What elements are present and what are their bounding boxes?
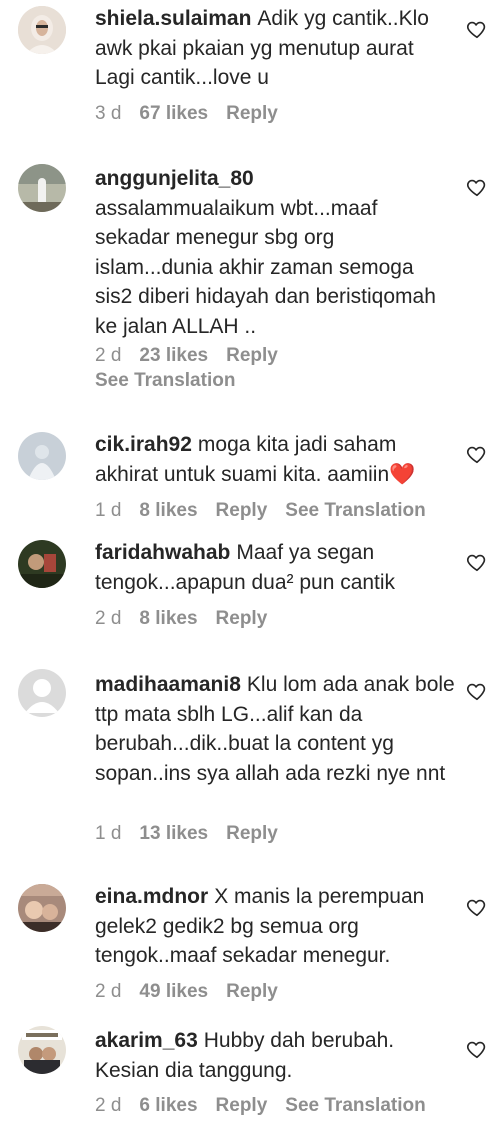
comment-text-block: cik.irah92 moga kita jadi saham akhirat u…: [95, 430, 455, 489]
heart-outline-icon[interactable]: [466, 680, 488, 702]
avatar[interactable]: [18, 669, 66, 717]
comment-username[interactable]: cik.irah92: [95, 433, 192, 456]
comment-meta: 2 d 23 likes Reply: [95, 344, 296, 368]
avatar[interactable]: [18, 540, 66, 588]
comment-likes[interactable]: 8 likes: [139, 500, 197, 521]
comment-time: 2 d: [95, 1095, 122, 1116]
comment-meta: 2 d 6 likes Reply See Translation: [95, 1094, 444, 1118]
reply-button[interactable]: Reply: [216, 500, 268, 521]
comment-body: assalammualaikum wbt...maaf sekadar mene…: [95, 196, 436, 338]
comment-username[interactable]: madihaamani8: [95, 673, 241, 696]
comment-likes[interactable]: 67 likes: [139, 103, 208, 124]
comment-text-block: madihaamani8 Klu lom ada anak bole ttp ma…: [95, 670, 455, 788]
comment-meta: 1 d 8 likes Reply See Translation: [95, 499, 444, 523]
comment-time: 2 d: [95, 608, 122, 629]
comment-likes[interactable]: 8 likes: [139, 608, 197, 629]
heart-outline-icon[interactable]: [466, 896, 488, 918]
comment-time: 1 d: [95, 500, 122, 521]
avatar[interactable]: [18, 1026, 66, 1074]
heart-outline-icon[interactable]: [466, 18, 488, 40]
reply-button[interactable]: Reply: [216, 608, 268, 629]
avatar[interactable]: [18, 432, 66, 480]
heart-outline-icon[interactable]: [466, 551, 488, 573]
comment-likes[interactable]: 23 likes: [139, 345, 208, 366]
heart-outline-icon[interactable]: [466, 176, 488, 198]
heart-outline-icon[interactable]: [466, 1038, 488, 1060]
heart-emoji: ❤️: [389, 462, 416, 486]
comment-username[interactable]: akarim_63: [95, 1029, 198, 1052]
comment-likes[interactable]: 13 likes: [139, 823, 208, 844]
heart-outline-icon[interactable]: [466, 443, 488, 465]
see-translation-link[interactable]: See Translation: [95, 369, 235, 393]
comment-username[interactable]: eina.mdnor: [95, 885, 208, 908]
avatar[interactable]: [18, 6, 66, 54]
avatar[interactable]: [18, 164, 66, 212]
comment-text-block: eina.mdnor X manis la perempuan gelek2 ge…: [95, 882, 455, 971]
comment-time: 3 d: [95, 103, 122, 124]
comment-meta: 2 d 49 likes Reply: [95, 980, 296, 1004]
comment-time: 2 d: [95, 345, 122, 366]
reply-button[interactable]: Reply: [226, 981, 278, 1002]
comment-username[interactable]: faridahwahab: [95, 541, 230, 564]
see-translation-link[interactable]: See Translation: [285, 1095, 425, 1116]
comment-likes[interactable]: 6 likes: [139, 1095, 197, 1116]
comment-likes[interactable]: 49 likes: [139, 981, 208, 1002]
reply-button[interactable]: Reply: [226, 345, 278, 366]
comment-username[interactable]: shiela.sulaiman: [95, 7, 251, 30]
comment-meta: 2 d 8 likes Reply: [95, 607, 285, 631]
comment-text-block: faridahwahab Maaf ya segan tengok...apapu…: [95, 538, 455, 597]
comment-text-block: anggunjelita_80 assalammualaikum wbt...ma…: [95, 164, 455, 341]
comment-meta: 1 d 13 likes Reply: [95, 822, 296, 846]
see-translation-link[interactable]: See Translation: [285, 500, 425, 521]
comment-time: 2 d: [95, 981, 122, 1002]
reply-button[interactable]: Reply: [226, 823, 278, 844]
comment-text-block: shiela.sulaiman Adik yg cantik..Klo awk p…: [95, 4, 455, 93]
avatar[interactable]: [18, 884, 66, 932]
comment-text-block: akarim_63 Hubby dah berubah. Kesian dia t…: [95, 1026, 455, 1085]
comment-meta: 3 d 67 likes Reply: [95, 102, 296, 126]
comment-time: 1 d: [95, 823, 122, 844]
reply-button[interactable]: Reply: [216, 1095, 268, 1116]
comment-username[interactable]: anggunjelita_80: [95, 167, 254, 190]
reply-button[interactable]: Reply: [226, 103, 278, 124]
